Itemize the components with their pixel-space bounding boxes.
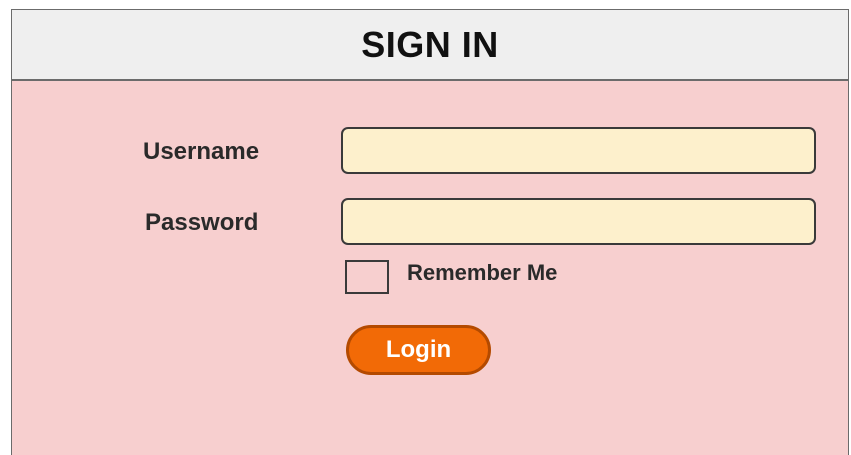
username-input[interactable] <box>341 127 816 174</box>
username-label: Username <box>143 138 260 165</box>
header-bar: SIGN IN <box>12 10 848 81</box>
sign-in-panel: SIGN IN Username Password Remember Me Lo… <box>11 9 849 455</box>
password-input[interactable] <box>341 198 816 245</box>
remember-me-label: Remember Me <box>407 260 558 285</box>
password-label: Password <box>145 209 259 236</box>
login-button[interactable]: Login <box>346 325 491 375</box>
page-title: SIGN IN <box>361 23 499 65</box>
remember-me-checkbox[interactable] <box>345 260 389 294</box>
